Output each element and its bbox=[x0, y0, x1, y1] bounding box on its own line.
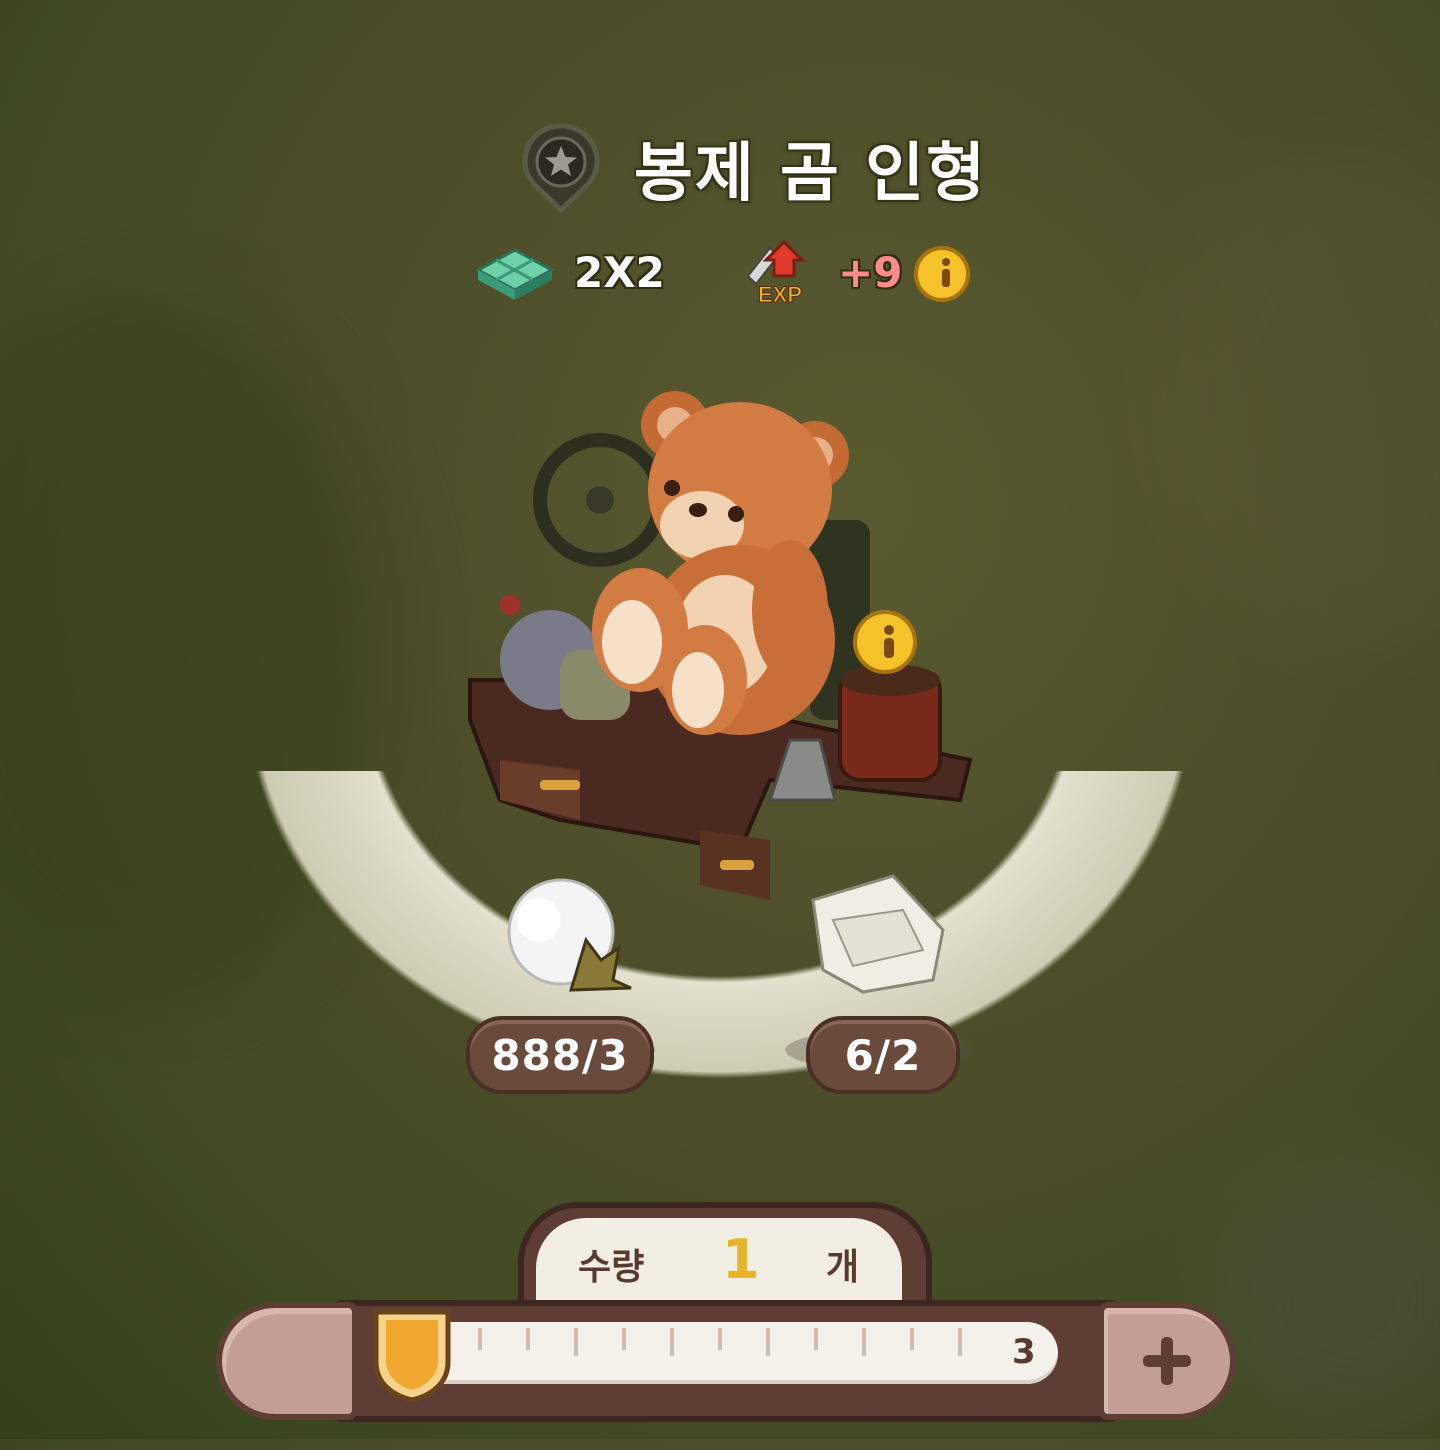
exp-up-icon: EXP bbox=[746, 239, 806, 306]
slider-thumb[interactable] bbox=[370, 1306, 454, 1402]
slider-tick bbox=[718, 1328, 722, 1350]
star-pin-icon bbox=[520, 122, 602, 214]
info-icon[interactable] bbox=[912, 244, 972, 304]
item-title-row: 봉제 곰 인형 bbox=[520, 118, 987, 218]
decrease-button[interactable] bbox=[216, 1302, 358, 1420]
background-shade bbox=[1200, 1150, 1440, 1450]
slider-tick bbox=[910, 1328, 914, 1350]
slider-tick bbox=[526, 1328, 530, 1350]
slider-tick bbox=[478, 1328, 482, 1350]
slider-tick bbox=[574, 1328, 578, 1356]
slider-tick bbox=[814, 1328, 818, 1350]
item-stats: 2X2 EXP +9 bbox=[476, 236, 996, 312]
slider-tick bbox=[622, 1328, 626, 1350]
item-title: 봉제 곰 인형 bbox=[634, 137, 987, 211]
slider-tick bbox=[958, 1328, 962, 1356]
tile-icon bbox=[476, 248, 554, 300]
increase-button[interactable] bbox=[1098, 1302, 1236, 1420]
slider-tick bbox=[766, 1328, 770, 1356]
fabric-icon bbox=[811, 874, 945, 994]
size-value: 2X2 bbox=[574, 248, 665, 297]
quantity-value: 1 bbox=[722, 1228, 760, 1291]
slider-max-label: 3 bbox=[1012, 1332, 1036, 1372]
material-count-fabric: 6/2 bbox=[806, 1016, 960, 1094]
exp-bonus: +9 bbox=[838, 248, 903, 297]
svg-text:EXP: EXP bbox=[758, 282, 802, 306]
cotton-icon bbox=[507, 878, 632, 992]
slider-tick bbox=[862, 1328, 866, 1356]
quantity-unit: 개 bbox=[826, 1247, 860, 1288]
quantity-label: 수량 bbox=[578, 1247, 645, 1288]
material-count-cotton: 888/3 bbox=[466, 1016, 654, 1094]
plus-icon bbox=[1143, 1337, 1191, 1385]
background-shade bbox=[1150, 150, 1440, 650]
slider-tick bbox=[670, 1328, 674, 1356]
